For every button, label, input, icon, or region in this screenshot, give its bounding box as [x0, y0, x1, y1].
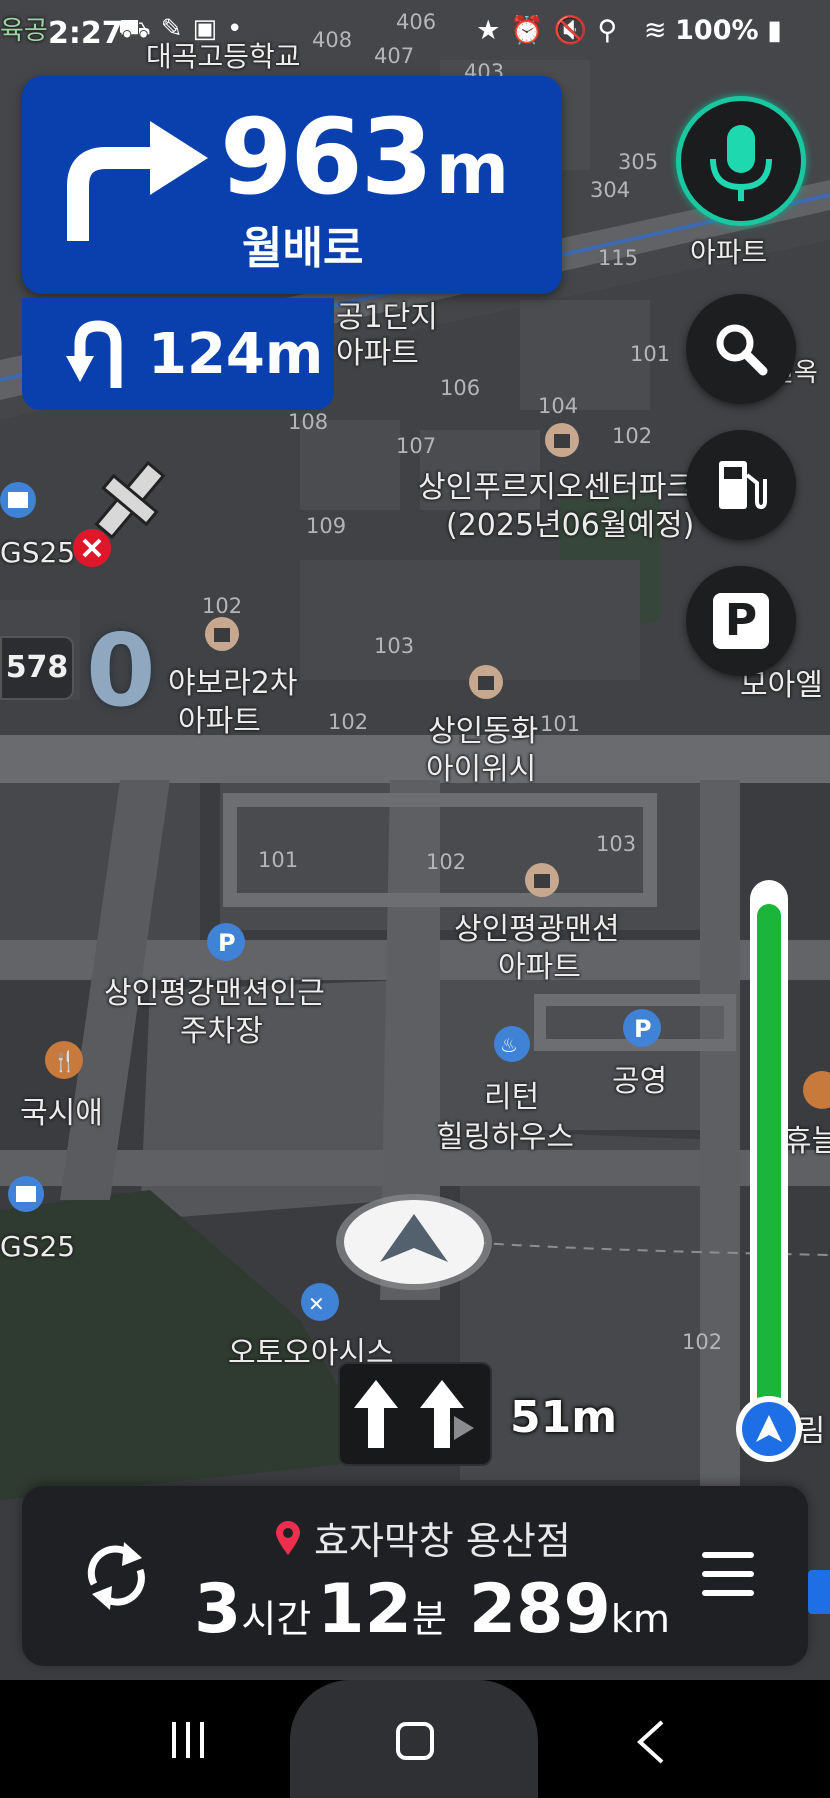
apartment-icon — [469, 665, 503, 699]
turn-right-icon — [67, 121, 208, 241]
system-navigation-bar — [0, 1680, 830, 1798]
lane-distance: 51m — [510, 1392, 618, 1443]
parking-icon: P — [623, 1009, 661, 1047]
svg-text:P: P — [218, 929, 236, 957]
eta-minutes-unit: 분 — [411, 1597, 447, 1641]
next-turn-card[interactable]: 124m — [22, 298, 334, 410]
gas-station-button[interactable] — [686, 430, 796, 540]
destination-name: 효자막창 용산점 — [314, 1519, 571, 1563]
navigation-arrow-icon — [756, 1415, 782, 1442]
restaurant-icon: 🍴 — [45, 1041, 83, 1079]
mic-icon — [710, 125, 772, 201]
recent-apps-button[interactable] — [168, 1720, 208, 1760]
current-location-marker — [336, 1194, 492, 1290]
apartment-icon — [545, 423, 579, 457]
battery-level: 100% — [675, 15, 759, 46]
apartment-icon — [525, 863, 559, 897]
destination-bar[interactable]: 효자막창 용산점 3시간12분 289km — [22, 1486, 808, 1666]
lane-straight-icon — [354, 1380, 398, 1448]
search-icon — [716, 324, 768, 376]
destination[interactable]: 효자막창 용산점 — [274, 1510, 571, 1565]
svg-text:P: P — [634, 1015, 652, 1043]
eta-hours: 3 — [194, 1570, 242, 1649]
route-progress-fill — [757, 904, 781, 1408]
menu-button[interactable] — [698, 1546, 758, 1602]
repair-icon: ✕ — [301, 1283, 339, 1321]
apartment-icon — [205, 617, 239, 651]
next-turn-distance: 124m — [148, 322, 324, 387]
speed-limit-sign: 578 — [0, 636, 74, 700]
turn-distance: 963 — [220, 96, 433, 218]
turn-road-name: 월배로 — [242, 223, 364, 274]
svg-text:🍴: 🍴 — [52, 1049, 77, 1073]
turn-guidance-card[interactable]: 963 m 월배로 — [22, 76, 562, 294]
restaurant-icon — [803, 1071, 830, 1109]
current-speed: 0 — [86, 612, 156, 729]
system-status-icons: ★⏰🔇⚲ — [476, 15, 628, 46]
svg-text:✕: ✕ — [308, 1292, 325, 1316]
turn-distance-unit: m — [436, 128, 509, 210]
lane-guidance — [338, 1362, 492, 1466]
reroute-button[interactable] — [72, 1536, 162, 1616]
voice-search-button[interactable] — [676, 96, 806, 226]
spa-icon: ♨ — [494, 1026, 530, 1062]
convenience-store-icon — [8, 1176, 44, 1212]
remaining-distance: 289 — [468, 1570, 611, 1649]
convenience-store-icon — [0, 482, 36, 518]
lane-straight-icon — [420, 1380, 474, 1448]
home-button[interactable] — [290, 1680, 538, 1798]
eta-hours-unit: 시간 — [241, 1597, 312, 1641]
svg-text:♨: ♨ — [500, 1033, 518, 1057]
parking-icon: P — [713, 593, 769, 649]
battery-icon: ▮ — [767, 15, 782, 46]
status-time: 2:27 — [48, 16, 123, 51]
u-turn-icon — [66, 320, 122, 388]
search-button[interactable] — [686, 294, 796, 404]
home-icon — [396, 1722, 434, 1760]
eta-minutes: 12 — [317, 1570, 412, 1649]
wifi-icon: ≋ — [643, 15, 667, 46]
gas-station-icon — [719, 461, 767, 510]
gps-error-icon — [73, 529, 111, 567]
parking-icon: P — [207, 923, 245, 961]
progress-position-marker — [736, 1396, 802, 1462]
route-progress-bar — [736, 880, 802, 1462]
remaining-distance-unit: km — [610, 1597, 670, 1641]
eta-summary: 3시간12분 289km — [194, 1570, 676, 1649]
parking-button[interactable]: P — [686, 566, 796, 676]
notification-icons: ⛟✎▣• — [118, 14, 253, 44]
side-panel-tab[interactable] — [808, 1570, 830, 1614]
status-right: ★⏰🔇⚲ ≋ 100% ▮ — [476, 14, 782, 46]
location-pin-icon — [276, 1520, 300, 1555]
status-bar: 2:27 ⛟✎▣• ★⏰🔇⚲ ≋ 100% ▮ — [0, 0, 830, 70]
back-button[interactable] — [636, 1720, 666, 1764]
